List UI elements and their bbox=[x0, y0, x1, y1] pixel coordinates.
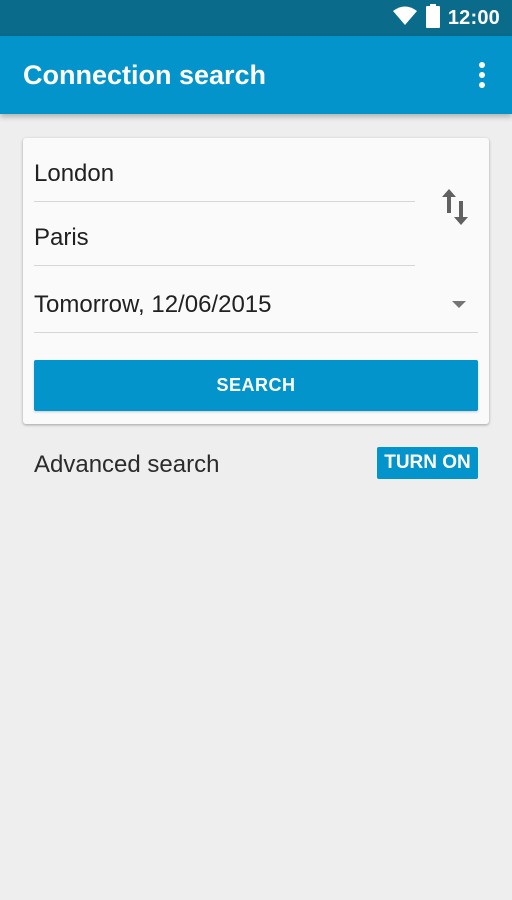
app-title: Connection search bbox=[23, 59, 267, 90]
arrow-drop-down-icon bbox=[452, 301, 466, 308]
app-bar: Connection search bbox=[0, 36, 512, 114]
battery-icon bbox=[425, 3, 440, 33]
overflow-dot bbox=[479, 62, 485, 68]
from-station-input[interactable]: London bbox=[34, 146, 415, 202]
wifi-icon bbox=[392, 6, 418, 31]
overflow-dot bbox=[479, 82, 485, 88]
status-time: 12:00 bbox=[447, 6, 500, 29]
swap-vertical-icon[interactable] bbox=[435, 184, 475, 230]
more-vert-icon[interactable] bbox=[470, 58, 494, 92]
search-card: London Paris Tomorrow, 12/06/2015 SEARCH bbox=[23, 138, 489, 424]
status-bar: 12:00 bbox=[0, 0, 512, 36]
status-icons: 12:00 bbox=[392, 0, 500, 36]
advanced-search-label: Advanced search bbox=[34, 451, 220, 478]
overflow-dot bbox=[479, 72, 485, 78]
date-value: Tomorrow, 12/06/2015 bbox=[34, 290, 272, 318]
turn-on-button[interactable]: TURN ON bbox=[377, 447, 478, 479]
search-button[interactable]: SEARCH bbox=[34, 360, 478, 411]
to-station-input[interactable]: Paris bbox=[34, 210, 415, 266]
date-select[interactable]: Tomorrow, 12/06/2015 bbox=[34, 277, 478, 333]
